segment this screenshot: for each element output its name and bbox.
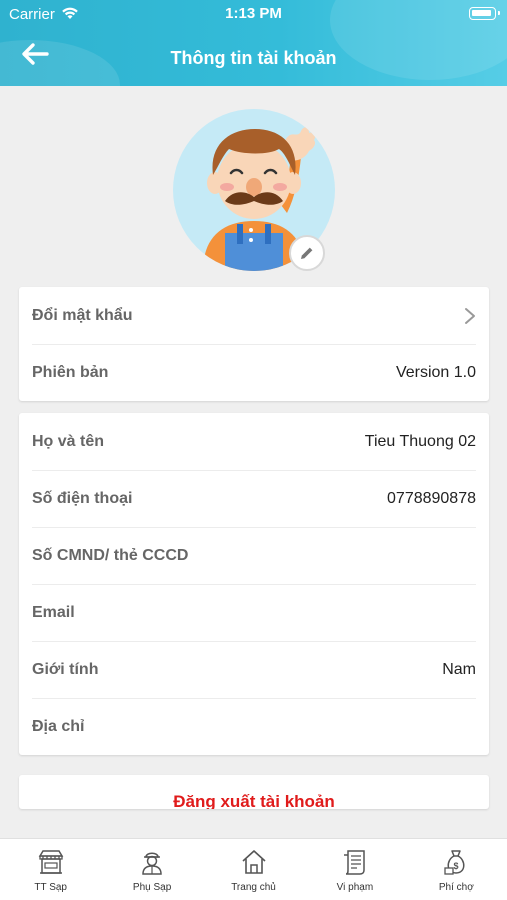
chevron-right-icon	[465, 307, 475, 324]
pencil-icon	[301, 247, 313, 259]
phone-row: Số điện thoại 0778890878	[19, 470, 489, 527]
settings-card: Đổi mật khẩu Phiên bản Version 1.0	[19, 287, 489, 401]
full-name-value: Tieu Thuong 02	[364, 432, 476, 450]
tab-phu-sap-label: Phụ Sạp	[132, 882, 172, 893]
tab-vi-pham[interactable]: Vi phạm	[304, 839, 405, 900]
clock: 1:13 PM	[225, 5, 282, 22]
tab-bar: TT Sạp Phụ Sạp Trang chủ Vi phạm $ Phí c…	[0, 838, 507, 900]
edit-avatar-button[interactable]	[289, 235, 325, 271]
change-password-row[interactable]: Đổi mật khẩu	[19, 287, 489, 344]
logout-button[interactable]: Đăng xuất tài khoản	[19, 775, 489, 809]
logout-label: Đăng xuất tài khoản	[173, 792, 335, 809]
tab-phu-sap[interactable]: Phụ Sạp	[101, 839, 202, 900]
id-card-row: Số CMND/ thẻ CCCD	[19, 527, 489, 584]
status-bar: Carrier 1:13 PM	[0, 0, 507, 30]
stall-icon	[38, 850, 64, 874]
change-password-label: Đổi mật khẩu	[32, 306, 133, 324]
email-row: Email	[19, 584, 489, 641]
address-row: Địa chỉ	[19, 698, 489, 755]
page-title: Thông tin tài khoản	[170, 48, 337, 68]
avatar-container	[173, 109, 335, 271]
violation-icon	[343, 850, 365, 875]
full-name-label: Họ và tên	[32, 432, 105, 450]
tab-tt-sap-label: TT Sạp	[34, 882, 67, 893]
version-row: Phiên bản Version 1.0	[19, 344, 489, 401]
gender-value: Nam	[442, 660, 476, 678]
profile-card: Họ và tên Tieu Thuong 02 Số điện thoại 0…	[19, 413, 489, 755]
gender-label: Giới tính	[32, 660, 99, 678]
tab-vi-pham-label: Vi phạm	[336, 882, 374, 893]
tab-trang-chu[interactable]: Trang chủ	[203, 839, 304, 900]
svg-text:$: $	[454, 861, 459, 871]
phone-value: 0778890878	[387, 489, 476, 507]
tab-tt-sap[interactable]: TT Sạp	[0, 839, 101, 900]
version-value: Version 1.0	[395, 363, 476, 381]
full-name-row: Họ và tên Tieu Thuong 02	[19, 413, 489, 470]
tab-phi-cho-label: Phí chợ	[438, 882, 474, 893]
version-label: Phiên bản	[32, 363, 109, 381]
tab-phi-cho[interactable]: $ Phí chợ	[406, 839, 507, 900]
battery-icon	[469, 7, 500, 20]
tab-trang-chu-label: Trang chủ	[231, 882, 276, 893]
home-icon	[241, 850, 266, 874]
gender-row: Giới tính Nam	[19, 641, 489, 698]
assistant-icon	[142, 852, 162, 875]
phone-label: Số điện thoại	[32, 489, 133, 507]
email-label: Email	[32, 603, 75, 621]
id-card-label: Số CMND/ thẻ CCCD	[32, 546, 189, 564]
fee-icon: $	[444, 850, 465, 875]
address-label: Địa chỉ	[32, 717, 85, 735]
header-bar: Carrier 1:13 PM Thông tin tài khoản	[0, 0, 507, 86]
